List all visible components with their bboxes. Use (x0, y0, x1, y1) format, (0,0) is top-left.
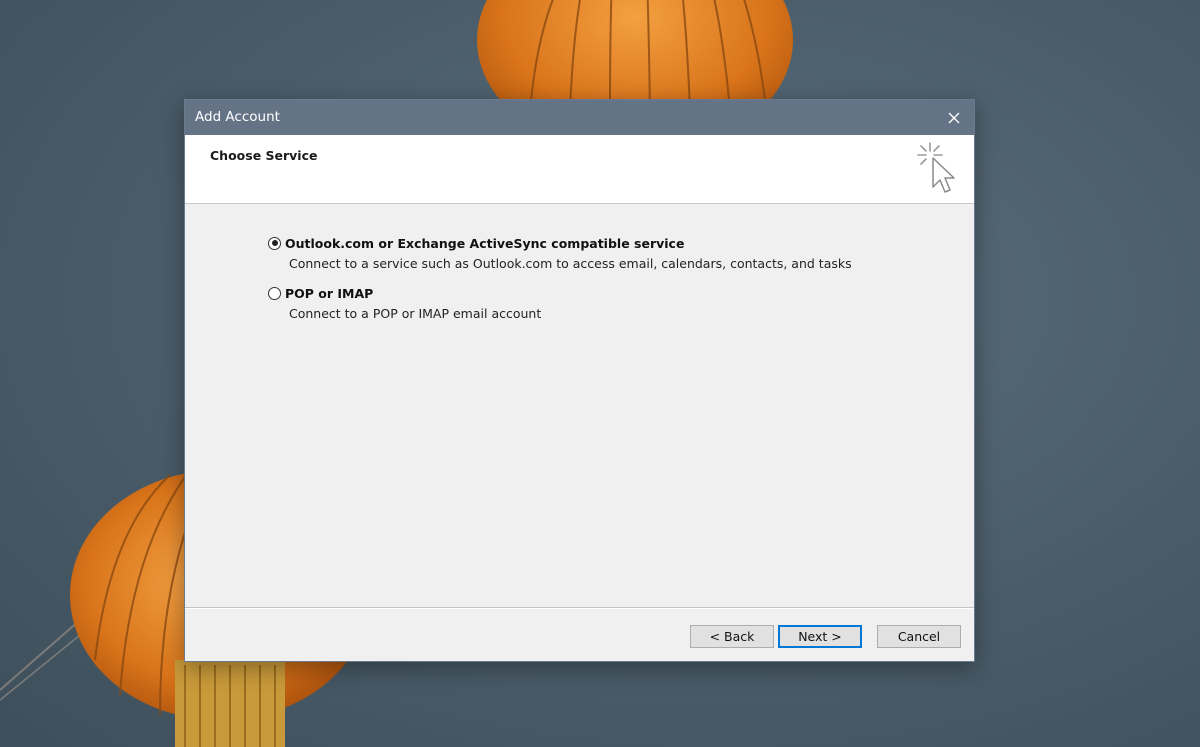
page-heading: Choose Service (210, 148, 318, 163)
option-desc-pop-imap: Connect to a POP or IMAP email account (289, 306, 542, 321)
next-button[interactable]: Next > (778, 625, 862, 648)
option-outlook-exchange[interactable]: Outlook.com or Exchange ActiveSync compa… (268, 234, 852, 271)
option-label-pop-imap[interactable]: POP or IMAP (285, 286, 373, 301)
close-icon (948, 112, 960, 123)
option-desc-outlook-exchange: Connect to a service such as Outlook.com… (289, 256, 852, 271)
dialog-footer: < Back Next > Cancel (185, 607, 974, 663)
radio-outlook-exchange[interactable] (268, 236, 281, 250)
option-pop-imap[interactable]: POP or IMAP Connect to a POP or IMAP ema… (268, 284, 541, 321)
back-button[interactable]: < Back (690, 625, 774, 648)
cancel-button[interactable]: Cancel (877, 625, 961, 648)
option-label-outlook-exchange[interactable]: Outlook.com or Exchange ActiveSync compa… (285, 236, 684, 251)
cursor-click-icon (917, 142, 955, 193)
dialog-header: Choose Service (185, 135, 974, 204)
add-account-dialog: Add Account Choose Service Outlook.com o… (184, 99, 975, 662)
dialog-titlebar[interactable]: Add Account (185, 100, 974, 135)
dialog-title: Add Account (195, 109, 280, 125)
service-options: Outlook.com or Exchange ActiveSync compa… (185, 204, 974, 606)
close-button[interactable] (934, 100, 974, 135)
radio-pop-imap[interactable] (268, 286, 281, 300)
